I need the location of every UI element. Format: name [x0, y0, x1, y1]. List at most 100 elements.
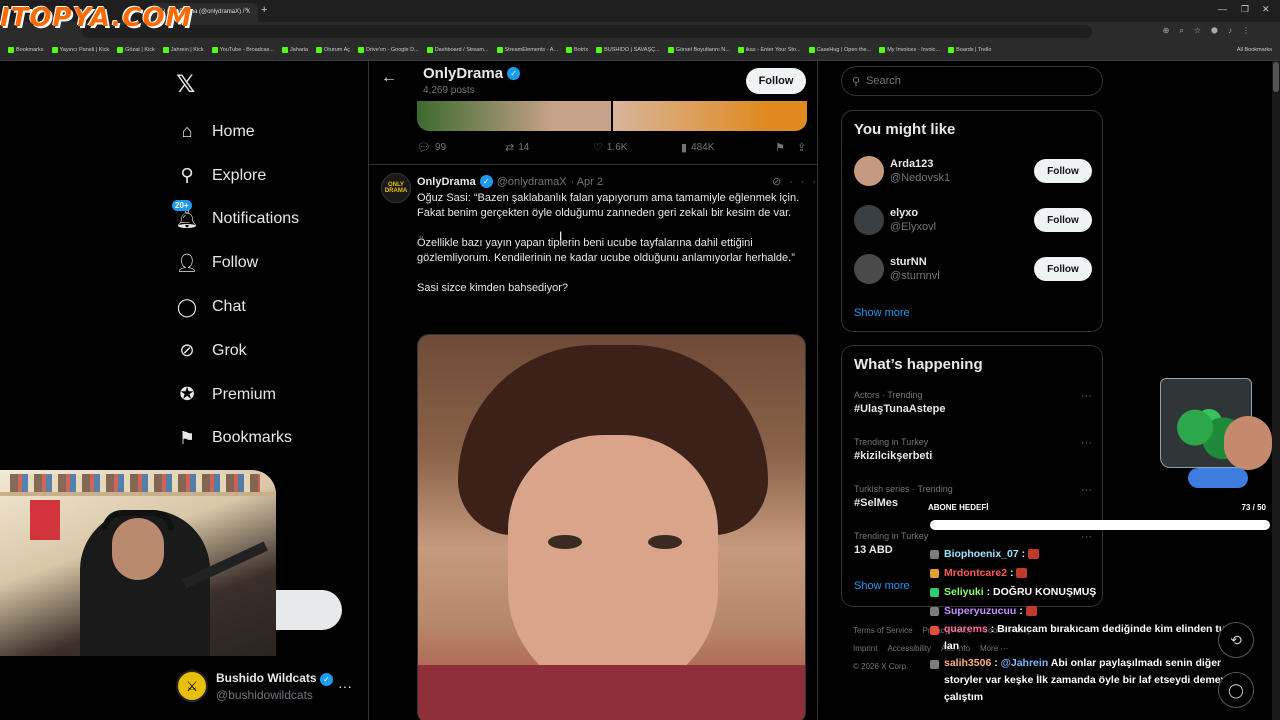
post-button[interactable] — [270, 590, 342, 630]
tweet-date[interactable]: · Apr 2 — [571, 176, 603, 188]
show-more-link[interactable]: Show more — [854, 307, 910, 319]
x-logo[interactable]: 𝕏 — [176, 70, 195, 99]
chat-message: Biophoenix_07 : — [930, 545, 1252, 564]
close-window-icon[interactable]: ✕ — [1262, 4, 1270, 15]
repost-button[interactable]: ⇄ 14 — [505, 141, 593, 154]
grok-float-button[interactable]: ⟲ — [1218, 622, 1254, 658]
person-add-icon: 👤︎ — [175, 252, 199, 273]
bookmark-item[interactable]: Boards | Trello — [948, 47, 991, 53]
scrollbar-thumb[interactable] — [1273, 62, 1279, 92]
bookmark-item[interactable]: Jaharia — [281, 47, 308, 53]
more-icon[interactable]: ··· — [1081, 390, 1092, 402]
nav-item-explore[interactable]: ⚲ Explore — [176, 154, 299, 198]
more-icon[interactable]: ··· — [1081, 484, 1092, 496]
search-icon: ⚲ — [852, 75, 861, 88]
tweet-tools: ⊘··· — [772, 175, 824, 188]
suggested-user-name[interactable]: Arda123 — [890, 158, 950, 170]
back-arrow-icon[interactable]: ← — [381, 69, 397, 87]
nav-item-home[interactable]: ⌂ Home — [176, 110, 299, 154]
bookmark-item[interactable]: Jahrein | Kick — [162, 47, 204, 53]
more-icon[interactable]: ··· — [1081, 531, 1092, 543]
nav-item-bookmarks[interactable]: ⚑ Bookmarks — [176, 417, 299, 461]
maximize-icon[interactable]: ❐ — [1241, 4, 1249, 15]
minimize-icon[interactable]: — — [1218, 4, 1227, 14]
previous-post-media[interactable] — [417, 101, 807, 131]
bookmark-favicon-icon — [281, 47, 288, 53]
bookmark-item[interactable]: Bookmarks — [8, 47, 44, 53]
reply-button[interactable]: 💬︎ 99 — [417, 141, 505, 154]
new-tab-button[interactable]: + — [261, 4, 267, 16]
more-icon[interactable]: ··· — [789, 176, 824, 188]
chat-message: quarems : Bırakıcam bırakıcam dediğinde … — [930, 621, 1252, 655]
subscriber-goal: ABONE HEDEFİ 73 / 50 — [928, 503, 1270, 530]
avatar[interactable] — [854, 205, 884, 235]
bookmark-button[interactable]: ⚑ — [775, 141, 797, 154]
bookmark-favicon-icon — [117, 47, 124, 53]
bookmark-item[interactable]: Yayıncı Paneli | Kick — [51, 47, 109, 53]
bookmark-item[interactable]: Gözat | Kick — [117, 47, 155, 53]
trend-item[interactable]: Trending in Turkey #kizilcikşerbeti ··· — [854, 437, 1092, 462]
share-button[interactable]: ⇪ — [797, 141, 806, 154]
bookmark-item[interactable]: StreamElements - A... — [496, 47, 559, 53]
search-input[interactable]: ⚲ Search — [841, 66, 1103, 96]
bookmark-label: StreamElements - A... — [504, 47, 559, 53]
like-button[interactable]: ♡ 1.6K — [593, 141, 681, 154]
follow-button[interactable]: Follow — [1034, 257, 1092, 281]
nav-item-follow[interactable]: 👤︎ Follow — [176, 241, 299, 285]
bookmark-item[interactable]: CaseHug | Open the... — [808, 47, 871, 53]
bookmark-item[interactable]: BUSHIDO | SAVAŞÇ... — [596, 47, 660, 53]
tab-close-icon[interactable]: × — [244, 5, 249, 14]
chat-message: Seliyuki : DOĞRU KONUŞMUŞ — [930, 583, 1252, 602]
repost-count: 14 — [518, 142, 530, 153]
suggested-user[interactable]: elyxo @Elyxovl Follow — [854, 200, 1092, 240]
chat-username: quarems — [944, 623, 988, 635]
suggested-user[interactable]: sturNN @sturnnvl Follow — [854, 249, 1092, 289]
show-more-link[interactable]: Show more — [854, 580, 910, 592]
accessibility-link[interactable]: Accessibility — [887, 644, 931, 653]
avatar[interactable] — [854, 254, 884, 284]
suggested-user-name[interactable]: elyxo — [890, 207, 936, 219]
account-switcher[interactable]: ⚔ Bushido Wildcats ✓ @bushidowildcats — [176, 670, 333, 702]
url-field[interactable] — [82, 25, 1092, 38]
all-bookmarks[interactable]: All Bookmarks — [1237, 47, 1272, 53]
tweet-author-name[interactable]: OnlyDrama — [417, 176, 476, 188]
terms-link[interactable]: Terms of Service — [853, 626, 913, 635]
follow-button[interactable]: Follow — [1034, 159, 1092, 183]
bookmark-item[interactable]: YouTube - Broadcas... — [211, 47, 274, 53]
follow-button[interactable]: Follow — [746, 68, 806, 94]
bookmark-item[interactable]: Drive'ım - Google D... — [358, 47, 419, 53]
extension-icons[interactable]: ⊕⌕☆⬢♪⋮ — [1163, 26, 1260, 36]
messages-float-button[interactable]: ◯ — [1218, 672, 1254, 708]
bookmark-item[interactable]: Oturum Aç — [316, 47, 350, 53]
follow-button[interactable]: Follow — [1034, 208, 1092, 232]
imprint-link[interactable]: Imprint — [853, 644, 877, 653]
nav-item-notifications[interactable]: 🔔︎ 20+ Notifications — [172, 198, 299, 242]
tweet-image[interactable] — [417, 334, 806, 720]
sub-goal-label: ABONE HEDEFİ — [928, 503, 989, 512]
like-count: 1.6K — [606, 142, 628, 153]
nav-item-premium[interactable]: ✪ Premium — [176, 373, 299, 417]
nav-item-grok[interactable]: ⊘ Grok — [176, 329, 299, 373]
bookmark-item[interactable]: My Invoices - Invoic... — [879, 47, 940, 53]
chat-username: Biophoenix_07 — [944, 548, 1019, 560]
more-icon[interactable]: ··· — [1081, 437, 1092, 449]
avatar[interactable] — [854, 156, 884, 186]
bookmark-favicon-icon — [737, 47, 744, 53]
more-icon[interactable]: ··· — [338, 678, 352, 694]
views-button[interactable]: ▮ 484K — [681, 141, 775, 154]
bookmark-item[interactable]: Dashboard / Stream... — [426, 47, 489, 53]
grok-icon[interactable]: ⊘ — [772, 176, 789, 188]
tweet-author-handle[interactable]: @onlydramaX — [497, 176, 567, 188]
nav-item-chat[interactable]: ◯ Chat — [176, 285, 299, 329]
trend-item[interactable]: Actors · Trending #UlaşTunaAstepe ··· — [854, 390, 1092, 415]
bookmark-item[interactable]: Görsel Boyutlarını N... — [667, 47, 730, 53]
avatar[interactable]: ONLY DRAMA — [381, 173, 411, 203]
address-bar: ⊕⌕☆⬢♪⋮ — [0, 22, 1280, 41]
chat-separator: : — [1019, 605, 1023, 617]
suggested-user[interactable]: Arda123 @Nedovsk1 Follow — [854, 151, 1092, 191]
bookmark-label: Görsel Boyutlarını N... — [675, 47, 730, 53]
suggested-user-name[interactable]: sturNN — [890, 256, 940, 268]
bookmark-item[interactable]: ikas - Enter Your Sto... — [737, 47, 801, 53]
bookmark-item[interactable]: Botrix — [566, 47, 588, 53]
previous-post-actions: 💬︎ 99 ⇄ 14 ♡ 1.6K ▮ 484K ⚑ ⇪ — [417, 141, 807, 154]
